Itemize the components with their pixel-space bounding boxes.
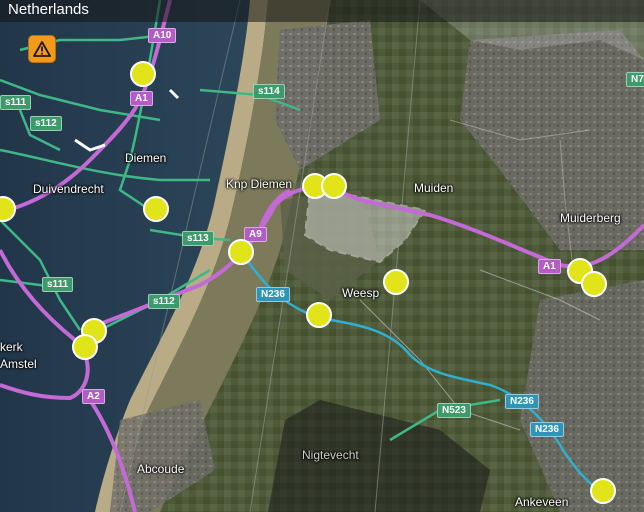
region-title: Netherlands	[8, 1, 89, 18]
warning-triangle-icon	[33, 41, 51, 57]
camera-marker[interactable]	[581, 271, 607, 297]
road-shield-a1-west: A1	[130, 91, 153, 106]
camera-marker[interactable]	[130, 61, 156, 87]
road-shield-n7: N7	[626, 72, 644, 87]
warning-button[interactable]	[28, 35, 56, 63]
camera-marker[interactable]	[228, 239, 254, 265]
road-shield-n523: N523	[437, 403, 471, 418]
road-shield-s113: s113	[182, 231, 214, 246]
road-shield-s112-north: s112	[30, 116, 62, 131]
place-label-amstel: Amstel	[0, 357, 37, 371]
map-view[interactable]: Netherlands Diemen Duivendrecht Knp Diem…	[0, 0, 644, 512]
place-label-nigtevecht: Nigtevecht	[302, 448, 359, 462]
camera-marker[interactable]	[143, 196, 169, 222]
place-label-knp-diemen: Knp Diemen	[226, 177, 293, 191]
place-label-ouderkerk: kerk	[0, 340, 23, 354]
camera-marker[interactable]	[383, 269, 409, 295]
road-shield-n236-south: N236	[530, 422, 564, 437]
road-shield-n236-west: N236	[256, 287, 290, 302]
camera-marker[interactable]	[590, 478, 616, 504]
road-shield-a1-east: A1	[538, 259, 561, 274]
place-label-muiderberg: Muiderberg	[560, 211, 621, 225]
road-shield-s111-south: s111	[42, 277, 74, 292]
camera-marker[interactable]	[321, 173, 347, 199]
place-label-muiden: Muiden	[414, 181, 454, 195]
camera-marker[interactable]	[306, 302, 332, 328]
road-shield-n236-mid: N236	[505, 394, 539, 409]
top-bar: Netherlands	[0, 0, 644, 22]
road-shield-a2: A2	[82, 389, 105, 404]
place-label-weesp: Weesp	[342, 286, 380, 300]
place-label-abcoude: Abcoude	[137, 462, 185, 476]
camera-marker[interactable]	[72, 334, 98, 360]
place-label-duivendrecht: Duivendrecht	[33, 182, 104, 196]
road-shield-s111-north: s111	[0, 95, 32, 110]
place-label-diemen: Diemen	[125, 151, 167, 165]
road-shield-s114: s114	[253, 84, 285, 99]
place-label-ankeveen: Ankeveen	[515, 495, 569, 509]
road-shield-a10: A10	[148, 28, 177, 43]
road-shield-s112-south: s112	[148, 294, 180, 309]
